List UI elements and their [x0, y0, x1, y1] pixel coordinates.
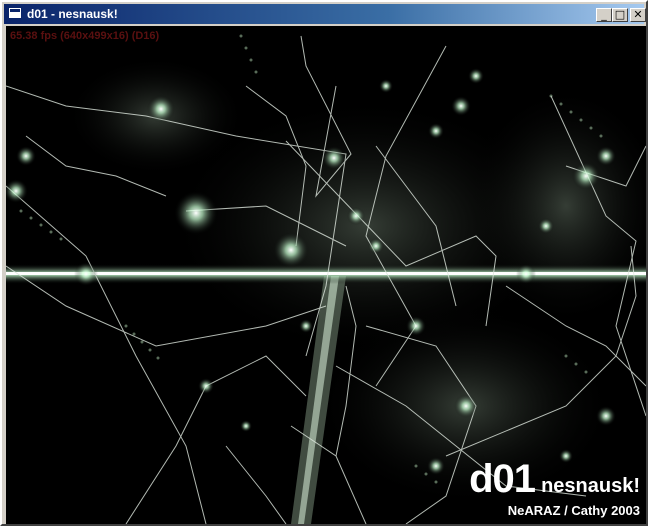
demo-title: d01 nesnausk!	[469, 457, 640, 502]
title-bar[interactable]: d01 - nesnausk! _ □ ✕	[4, 4, 646, 24]
minimize-button[interactable]: _	[596, 8, 612, 22]
demo-title-main: d01	[469, 457, 536, 501]
maximize-button[interactable]: □	[612, 8, 628, 22]
window-title: d01 - nesnausk!	[27, 7, 118, 21]
app-window: d01 - nesnausk! _ □ ✕ 65.38 fps (640x499…	[0, 0, 648, 526]
render-viewport[interactable]: 65.38 fps (640x499x16) (D16) d01 nesnausk…	[6, 26, 646, 524]
close-button[interactable]: ✕	[630, 8, 646, 22]
demo-credits: NeARAZ / Cathy 2003	[507, 503, 640, 518]
fps-counter: 65.38 fps (640x499x16) (D16)	[10, 30, 160, 42]
demo-title-group: nesnausk!	[541, 475, 640, 497]
window-icon[interactable]	[8, 7, 22, 19]
demo-scene	[6, 34, 646, 524]
